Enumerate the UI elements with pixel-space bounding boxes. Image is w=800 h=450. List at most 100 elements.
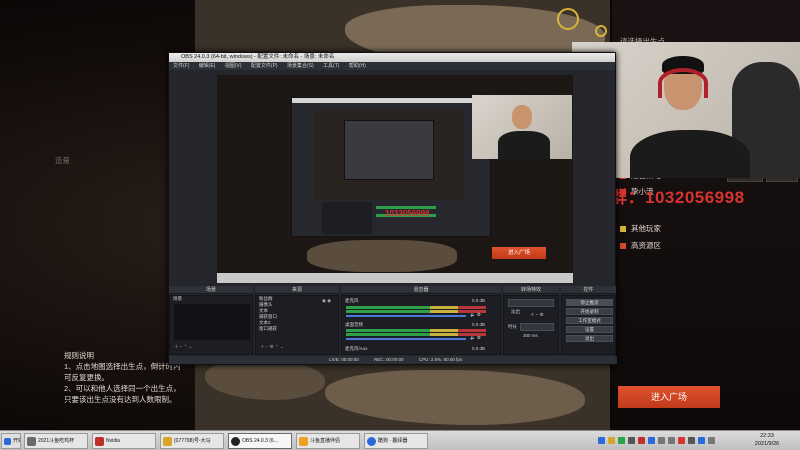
network-icon[interactable] [658, 437, 665, 444]
taskbar-item[interactable]: (077798)号-大马 [160, 433, 224, 449]
clock-time: 22:33 [760, 433, 774, 439]
source-item[interactable]: 窗口捕获 [256, 326, 338, 332]
obs-menu-bar: 文件(F) 编辑(E) 视图(V) 配置文件(P) 场景集合(S) 工具(T) … [169, 62, 615, 70]
clock-date: 2021/9/26 [754, 441, 780, 447]
checkbox-icon[interactable] [620, 243, 626, 249]
tray-icon[interactable] [708, 437, 715, 444]
tray-icon[interactable] [618, 437, 625, 444]
tray-icon[interactable] [648, 437, 655, 444]
option-label: 高资源区 [631, 241, 661, 250]
speaker-icon[interactable]: 🔈 ⚙ [470, 312, 481, 318]
volume-slider[interactable] [346, 338, 466, 340]
taskbar-item-label: 2021斗鱼吃鸡杯 [38, 438, 75, 444]
mixer-channel-name: 桌面音频 [345, 322, 363, 327]
tray-icon[interactable] [628, 437, 635, 444]
left-area-label: 造量 [55, 156, 70, 165]
mixer-meter [346, 333, 486, 336]
menu-tools[interactable]: 工具(T) [323, 63, 339, 69]
scenes-dock: 场景 ＋ − ⌃ ⌄ [169, 295, 253, 355]
taskbar-item-label: OBS 24.0.3 (6... [242, 438, 278, 444]
mixer-channel-name: 麦克风 [345, 298, 359, 303]
sources-dock: 粉丝群 摄像头 文本 捕获窗口 文本2 窗口捕获 ◉ ◉ ＋ − ⚙ ⌃ ⌄ [255, 295, 339, 355]
settings-button[interactable]: 设置 [566, 326, 613, 333]
menu-file[interactable]: 文件(F) [173, 63, 189, 69]
windows-icon [4, 438, 11, 445]
source-add-icon[interactable]: ＋ − ⚙ ⌃ ⌄ [260, 344, 284, 350]
menu-scene-collection[interactable]: 场景集合(S) [287, 63, 314, 69]
obs-icon [231, 437, 240, 446]
menu-help[interactable]: 帮助(H) [349, 63, 366, 69]
taskbar-item[interactable]: Nvidia [92, 433, 156, 449]
duration-value: 300 ms [523, 333, 538, 338]
exit-button[interactable]: 退出 [566, 335, 613, 342]
app-icon [163, 437, 172, 446]
transition-add-icon[interactable]: ＋ − ⚙ [530, 312, 544, 318]
taskbar-item[interactable]: 酷狗 · 翻译器 [364, 433, 428, 449]
mixer-channel-level: 0.0 dB [472, 322, 486, 327]
scene-item[interactable]: 场景 [170, 296, 252, 302]
live-time: LIVE: 00:00:00 [329, 357, 359, 362]
obs-title-text: OBS 24.0.3 (64-bit, windows) - 配置文件: 未命名… [181, 54, 335, 60]
taskbar-item[interactable]: 2021斗鱼吃鸡杯 [24, 433, 88, 449]
nested-enter-plaza-button: 进入广场 [492, 247, 546, 259]
option-label: 其他玩家 [631, 224, 661, 233]
screen: 造量 规则说明 1、点击地图选择出生点，倒计时内 可反复更换。 2、可以和他人选… [0, 0, 800, 450]
rules-line: 可反复更换。 [64, 373, 109, 382]
stop-streaming-button[interactable]: 停止推流 [566, 299, 613, 306]
obs-window[interactable]: OBS 24.0.3 (64-bit, windows) - 配置文件: 未命名… [168, 52, 617, 365]
menu-view[interactable]: 视图(V) [225, 63, 242, 69]
transitions-dock-title: 转场特效 [503, 286, 559, 294]
cpu-fps: CPU: 2.5%, 60.00 fps [418, 357, 463, 362]
transition-select[interactable]: 淡出 [508, 299, 554, 314]
taskbar-item-label: (077798)号-大马 [174, 438, 211, 444]
taskbar-item[interactable]: 斗鱼直播伴侣 [296, 433, 360, 449]
checkbox-icon[interactable] [620, 226, 626, 232]
nested-webcam [472, 95, 572, 159]
nested-fans-number: 1032056998 [385, 209, 430, 218]
tray-icon[interactable] [638, 437, 645, 444]
obs-title-bar[interactable]: OBS 24.0.3 (64-bit, windows) - 配置文件: 未命名… [169, 53, 615, 62]
mixer-meter [346, 329, 486, 332]
tray-icon[interactable] [608, 437, 615, 444]
mixer-meter [346, 310, 486, 313]
mixer-channel-name: 麦克风/Aux [345, 346, 368, 351]
start-label: 开始 [13, 438, 20, 444]
app-icon [367, 437, 376, 446]
controls-dock: 停止推流 开始录制 工作室模式 设置 退出 [561, 295, 616, 355]
app-icon [299, 437, 308, 446]
taskbar-item-obs[interactable]: OBS 24.0.3 (6... [228, 433, 292, 449]
app-icon [27, 437, 36, 446]
menu-edit[interactable]: 编辑(E) [199, 63, 216, 69]
controls-dock-title: 控件 [561, 286, 616, 294]
scene-add-icon[interactable]: ＋ − ⌃ ⌄ [174, 344, 192, 350]
studio-mode-button[interactable]: 工作室模式 [566, 317, 613, 324]
start-recording-button[interactable]: 开始录制 [566, 308, 613, 315]
mixer-meter [346, 306, 486, 309]
clock[interactable]: 22:33 2021/9/26 [738, 432, 796, 450]
menu-profile[interactable]: 配置文件(P) [251, 63, 278, 69]
taskbar: 开始 2021斗鱼吃鸡杯 Nvidia (077798)号-大马 OBS 24.… [0, 430, 800, 450]
taskbar-item-label: 斗鱼直播伴侣 [310, 438, 341, 444]
speaker-icon[interactable]: 🔈 ⚙ [470, 335, 481, 341]
tray-icon[interactable] [698, 437, 705, 444]
duration-spinbox[interactable]: 300 ms [520, 323, 554, 338]
transition-type: 淡出 [511, 309, 520, 314]
eye-lock-icon[interactable]: ◉ ◉ [322, 298, 331, 304]
tray-icon[interactable] [598, 437, 605, 444]
keyboard-icon[interactable] [688, 437, 695, 444]
rec-time: REC: 00:00:00 [374, 357, 404, 362]
taskbar-item-label: Nvidia [106, 438, 120, 444]
mixer-channel-level: 0.0 dB [472, 346, 486, 351]
taskbar-item-label: 酷狗 · 翻译器 [378, 438, 408, 444]
volume-icon[interactable] [668, 437, 675, 444]
obs-preview[interactable]: 1032056998 进入广场 [217, 75, 573, 283]
start-button[interactable]: 开始 [1, 433, 21, 449]
volume-slider[interactable] [346, 315, 466, 317]
sources-dock-title: 来源 [255, 286, 339, 294]
tray-icon[interactable] [678, 437, 685, 444]
transitions-dock: 淡出 ＋ − ⚙ 时长 300 ms [503, 295, 559, 355]
obs-status-bar: LIVE: 00:00:00 REC: 00:00:00 CPU: 2.5%, … [169, 356, 617, 364]
enter-plaza-button[interactable]: 进入广场 [618, 386, 720, 408]
mixer-dock-title: 混音器 [341, 286, 501, 294]
rules-line: 2、可以和他人选择同一个出生点， [64, 384, 181, 393]
